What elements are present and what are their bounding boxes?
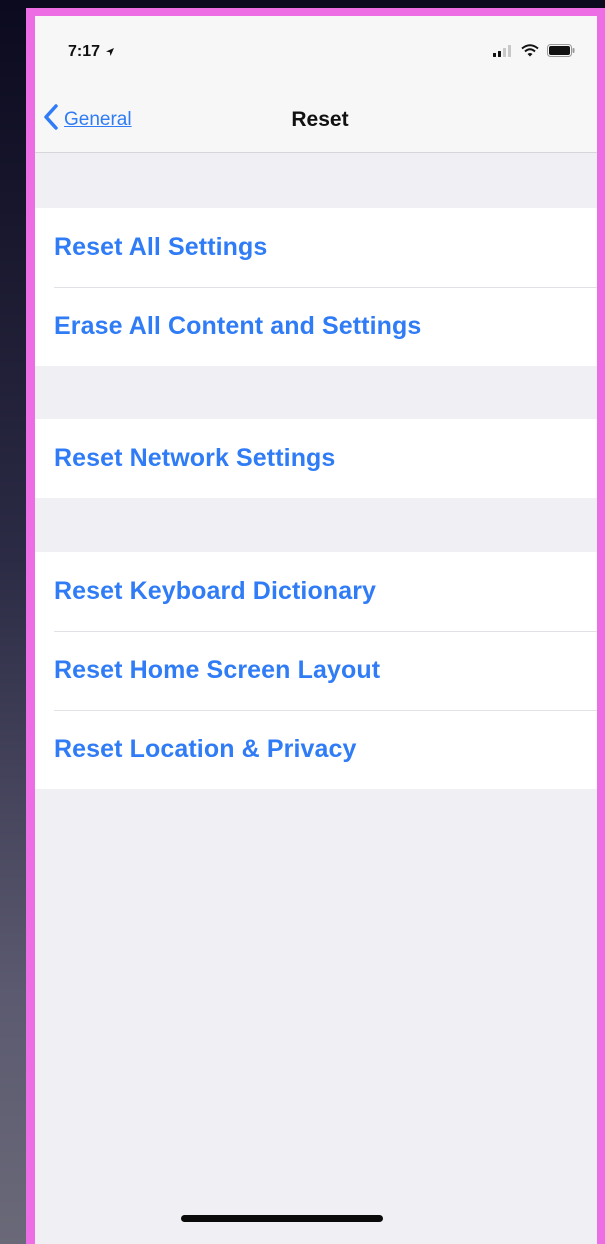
- page-title: Reset: [291, 108, 349, 131]
- row-label: Reset Keyboard Dictionary: [54, 577, 377, 605]
- settings-group-network: Reset Network Settings: [35, 419, 597, 498]
- row-label: Reset Location & Privacy: [54, 735, 357, 763]
- status-time: 7:17: [68, 43, 101, 60]
- location-icon: [105, 47, 115, 57]
- home-indicator[interactable]: [181, 1215, 383, 1222]
- phone-frame: 7:17 General Reset Reset All Settings Er…: [26, 8, 605, 1244]
- settings-group-reset-erase: Reset All Settings Erase All Content and…: [35, 208, 597, 366]
- row-label: Reset Network Settings: [54, 444, 336, 472]
- erase-all-content-row[interactable]: Erase All Content and Settings: [35, 287, 597, 366]
- reset-all-settings-row[interactable]: Reset All Settings: [35, 208, 597, 287]
- navigation-bar: General Reset: [35, 86, 597, 153]
- row-label: Erase All Content and Settings: [54, 312, 422, 340]
- row-label: Reset All Settings: [54, 233, 268, 261]
- reset-network-settings-row[interactable]: Reset Network Settings: [35, 419, 597, 498]
- settings-group-other-resets: Reset Keyboard Dictionary Reset Home Scr…: [35, 552, 597, 789]
- reset-location-privacy-row[interactable]: Reset Location & Privacy: [35, 710, 597, 789]
- signal-icon: [493, 44, 513, 62]
- status-time-group: 7:17: [68, 43, 115, 61]
- settings-screen: 7:17 General Reset Reset All Settings Er…: [35, 16, 597, 1244]
- status-indicators: [493, 44, 575, 62]
- battery-icon: [547, 44, 575, 62]
- wifi-icon: [521, 44, 539, 62]
- reset-home-screen-layout-row[interactable]: Reset Home Screen Layout: [35, 631, 597, 710]
- status-bar: 7:17: [35, 16, 597, 86]
- row-label: Reset Home Screen Layout: [54, 656, 381, 684]
- reset-keyboard-dictionary-row[interactable]: Reset Keyboard Dictionary: [35, 552, 597, 631]
